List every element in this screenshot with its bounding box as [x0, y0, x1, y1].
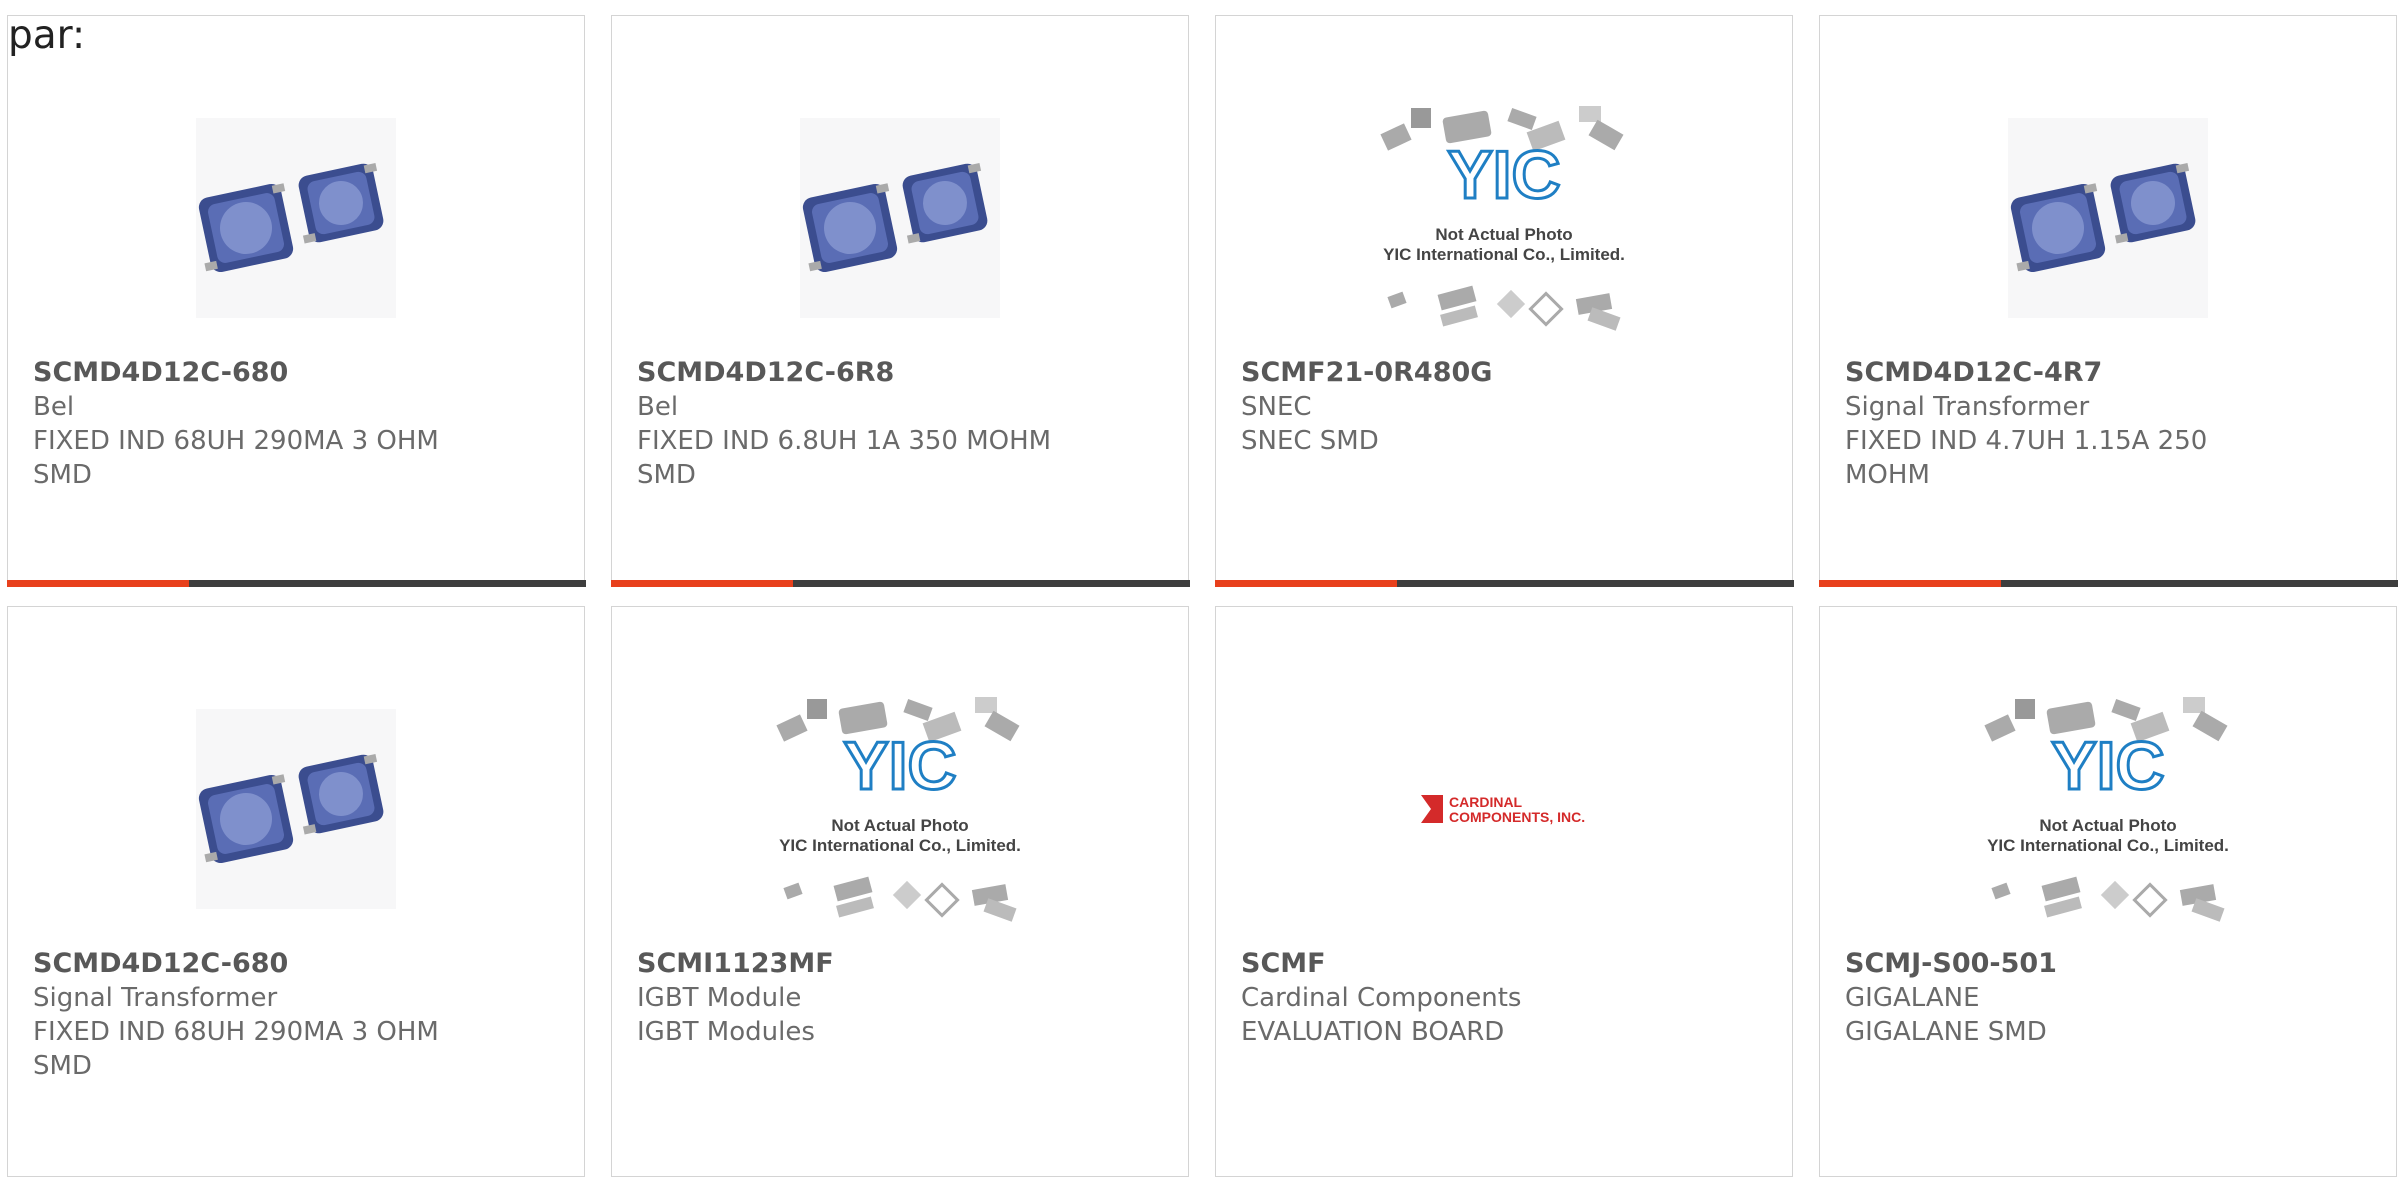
product-info: SCMF21-0R480G SNEC SNEC SMD	[1241, 356, 1767, 458]
description: FIXED IND 6.8UH 1A 350 MOHM SMD	[637, 426, 1052, 490]
product-image[interactable]	[1820, 76, 2396, 360]
product-info: SCMD4D12C-6R8 Bel FIXED IND 6.8UH 1A 350…	[637, 356, 1163, 492]
part-number[interactable]: SCMD4D12C-680	[33, 356, 559, 390]
product-image[interactable]	[8, 76, 584, 360]
svg-text:YIC International Co., Limited: YIC International Co., Limited.	[779, 836, 1021, 855]
product-card[interactable]: YIC Not Actual Photo YIC International C…	[1819, 606, 2397, 1177]
part-number[interactable]: SCMF21-0R480G	[1241, 356, 1767, 390]
part-number[interactable]: SCMD4D12C-680	[33, 947, 559, 981]
product-card[interactable]: SCMD4D12C-4R7 Signal Transformer FIXED I…	[1818, 15, 2398, 587]
yic-placeholder-icon: YIC Not Actual Photo YIC International C…	[1380, 106, 1625, 331]
description: GIGALANE SMD	[1845, 1017, 2047, 1047]
manufacturer: GIGALANE	[1845, 983, 1980, 1013]
product-image[interactable]: YIC Not Actual Photo YIC International C…	[612, 667, 1188, 951]
svg-text:Not Actual Photo: Not Actual Photo	[831, 816, 968, 835]
inductor-photo-icon	[802, 162, 988, 273]
inductor-photo-icon	[2010, 162, 2196, 273]
product-info: SCMJ-S00-501 GIGALANE GIGALANE SMD	[1845, 947, 2371, 1049]
svg-text:YIC: YIC	[843, 728, 956, 804]
product-image[interactable]	[8, 667, 584, 951]
inductor-photo-icon	[198, 162, 384, 273]
product-info: SCMD4D12C-680 Signal Transformer FIXED I…	[33, 947, 559, 1083]
part-number[interactable]: SCMF	[1241, 947, 1767, 981]
part-number[interactable]: SCMD4D12C-4R7	[1845, 356, 2371, 390]
svg-text:COMPONENTS, INC.: COMPONENTS, INC.	[1449, 809, 1585, 825]
product-image[interactable]: YIC Not Actual Photo YIC International C…	[1820, 667, 2396, 951]
manufacturer: Signal Transformer	[1845, 392, 2090, 422]
manufacturer: SNEC	[1241, 392, 1312, 422]
product-info: SCMD4D12C-680 Bel FIXED IND 68UH 290MA 3…	[33, 356, 559, 492]
product-info: SCMI1123MF IGBT Module IGBT Modules	[637, 947, 1163, 1049]
product-grid: par: SCMD4D12C-680 Bel FIXED IND 68UH 29…	[6, 13, 2398, 1177]
product-card[interactable]: par: SCMD4D12C-680 Bel FIXED IND 68UH 29…	[6, 13, 586, 587]
svg-text:YIC: YIC	[1447, 137, 1560, 213]
product-card[interactable]: YIC Not Actual Photo YIC International C…	[1214, 15, 1794, 587]
product-image[interactable]: CARDINAL COMPONENTS, INC.	[1216, 667, 1792, 951]
product-info: SCMD4D12C-4R7 Signal Transformer FIXED I…	[1845, 356, 2371, 492]
svg-text:Not Actual Photo: Not Actual Photo	[2039, 816, 2176, 835]
inductor-photo-icon	[198, 753, 384, 864]
product-card[interactable]: CARDINAL COMPONENTS, INC. SCMF Cardinal …	[1215, 606, 1793, 1177]
cardinal-logo-icon: CARDINAL COMPONENTS, INC.	[1421, 794, 1585, 825]
description: SNEC SMD	[1241, 426, 1379, 456]
par-label: par:	[8, 13, 86, 58]
svg-text:YIC International Co., Limited: YIC International Co., Limited.	[1987, 836, 2229, 855]
product-info: SCMF Cardinal Components EVALUATION BOAR…	[1241, 947, 1767, 1049]
description: FIXED IND 68UH 290MA 3 OHM SMD	[33, 426, 439, 490]
manufacturer: Bel	[637, 392, 679, 422]
svg-text:YIC: YIC	[2051, 728, 2164, 804]
description: EVALUATION BOARD	[1241, 1017, 1505, 1047]
manufacturer: IGBT Module	[637, 983, 802, 1013]
svg-text:YIC International Co., Limited: YIC International Co., Limited.	[1383, 245, 1625, 264]
manufacturer: Cardinal Components	[1241, 983, 1522, 1013]
description: FIXED IND 4.7UH 1.15A 250 MOHM	[1845, 426, 2208, 490]
description: FIXED IND 68UH 290MA 3 OHM SMD	[33, 1017, 439, 1081]
part-number[interactable]: SCMI1123MF	[637, 947, 1163, 981]
product-card[interactable]: SCMD4D12C-6R8 Bel FIXED IND 6.8UH 1A 350…	[610, 15, 1190, 587]
description: IGBT Modules	[637, 1017, 815, 1047]
part-number[interactable]: SCMJ-S00-501	[1845, 947, 2371, 981]
svg-text:CARDINAL: CARDINAL	[1449, 794, 1523, 810]
part-number[interactable]: SCMD4D12C-6R8	[637, 356, 1163, 390]
product-image[interactable]	[612, 76, 1188, 360]
yic-placeholder-icon: YIC Not Actual Photo YIC International C…	[1984, 697, 2229, 922]
product-card[interactable]: SCMD4D12C-680 Signal Transformer FIXED I…	[7, 606, 585, 1177]
yic-placeholder-icon: YIC Not Actual Photo YIC International C…	[776, 697, 1021, 922]
svg-text:Not Actual Photo: Not Actual Photo	[1435, 225, 1572, 244]
manufacturer: Signal Transformer	[33, 983, 278, 1013]
product-image[interactable]: YIC Not Actual Photo YIC International C…	[1216, 76, 1792, 360]
manufacturer: Bel	[33, 392, 75, 422]
product-card[interactable]: YIC Not Actual Photo YIC International C…	[611, 606, 1189, 1177]
